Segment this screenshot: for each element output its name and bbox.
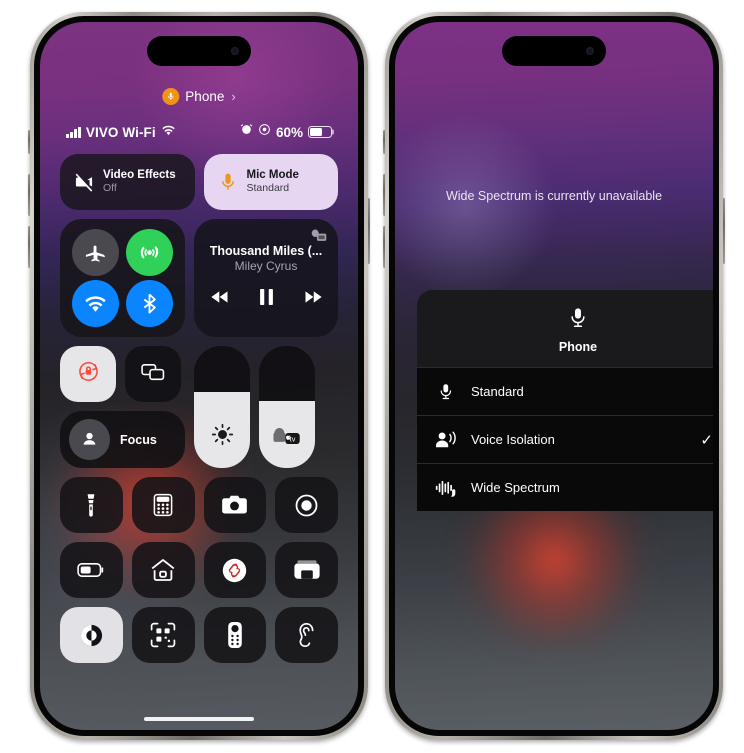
- control-center: Video Effects Off Mic Mode Standard Thou…: [40, 154, 358, 706]
- focus-tile[interactable]: Focus: [60, 411, 185, 468]
- wallet-button[interactable]: [275, 542, 338, 598]
- apple-tv-output-icon: tv: [270, 425, 304, 452]
- playback-controls: [210, 289, 322, 310]
- airplay-audio-icon[interactable]: [310, 228, 328, 249]
- mic-mode-menu: Phone Standard Voice Isolation ✓ Wide Sp…: [417, 290, 713, 511]
- hearing-button[interactable]: [275, 607, 338, 663]
- low-power-mode-button[interactable]: [60, 542, 123, 598]
- track-title: Thousand Miles (...: [209, 244, 323, 258]
- microphone-icon: [568, 306, 588, 335]
- left-phone-screen: Phone › VIVO Wi-Fi 60% Video Effects Off…: [40, 22, 358, 730]
- connectivity-module: [60, 219, 185, 337]
- svg-text:tv: tv: [290, 434, 296, 443]
- volume-slider[interactable]: tv: [259, 346, 315, 468]
- menu-item-label: Wide Spectrum: [471, 480, 560, 495]
- airplane-mode-button[interactable]: [71, 229, 119, 276]
- toggle-pair: [60, 346, 185, 402]
- mic-mode-subtitle: Standard: [246, 182, 290, 195]
- right-phone-screen: Wide Spectrum is currently unavailable P…: [395, 22, 713, 730]
- code-scanner-button[interactable]: [131, 607, 195, 663]
- wifi-icon: [161, 123, 176, 141]
- video-effects-title: Video Effects: [103, 168, 176, 181]
- camera-button[interactable]: [203, 477, 267, 533]
- fast-forward-icon[interactable]: [304, 290, 322, 309]
- person-icon: [69, 419, 110, 460]
- track-artist: Miley Cyrus: [234, 259, 298, 273]
- home-button[interactable]: [131, 542, 195, 598]
- toggles-stack: Focus: [60, 346, 185, 468]
- menu-item-label: Voice Isolation: [471, 432, 555, 447]
- bluetooth-button[interactable]: [126, 280, 174, 327]
- pause-icon[interactable]: [259, 289, 274, 310]
- call-controls-row: Video Effects Off Mic Mode Standard: [60, 154, 338, 210]
- menu-item-wide-spectrum[interactable]: Wide Spectrum: [417, 463, 713, 511]
- now-playing-module[interactable]: Thousand Miles (... Miley Cyrus: [194, 219, 338, 337]
- cellular-data-button[interactable]: [126, 229, 174, 276]
- video-effects-tile[interactable]: Video Effects Off: [60, 154, 195, 210]
- microphone-icon: [218, 172, 238, 192]
- connectivity-media-row: Thousand Miles (... Miley Cyrus: [60, 219, 338, 337]
- sun-icon: [210, 422, 235, 452]
- brightness-slider[interactable]: [194, 346, 250, 468]
- screen-mirroring-icon: [141, 362, 165, 387]
- unavailable-toast: Wide Spectrum is currently unavailable: [445, 189, 663, 203]
- home-indicator[interactable]: [144, 717, 254, 721]
- dynamic-island[interactable]: [147, 36, 251, 66]
- shazam-button[interactable]: [203, 542, 267, 598]
- focus-icon: [258, 123, 271, 141]
- dark-mode-button[interactable]: [60, 607, 123, 663]
- right-phone-device: Wide Spectrum is currently unavailable P…: [383, 12, 725, 740]
- voice-isolation-icon: [435, 430, 457, 450]
- video-camera-slash-icon: [74, 172, 94, 192]
- dynamic-island[interactable]: [502, 36, 606, 66]
- calculator-button[interactable]: [131, 477, 195, 533]
- microphone-icon: [435, 382, 457, 402]
- carrier-label: VIVO Wi-Fi: [85, 124, 156, 140]
- menu-item-voice-isolation[interactable]: Voice Isolation ✓: [417, 415, 713, 463]
- left-phone-device: Phone › VIVO Wi-Fi 60% Video Effects Off…: [28, 12, 370, 740]
- checkmark-icon: ✓: [700, 431, 713, 449]
- screen-recording-button[interactable]: [275, 477, 338, 533]
- menu-item-label: Standard: [471, 384, 524, 399]
- battery-icon: [308, 126, 332, 138]
- call-app-label: Phone: [185, 89, 225, 104]
- rotation-lock-icon: [76, 359, 101, 389]
- waveform-icon: [435, 478, 457, 498]
- rewind-icon[interactable]: [210, 290, 229, 309]
- front-camera-icon: [231, 47, 239, 55]
- cellular-signal-icon: [66, 126, 81, 138]
- screenshot-stage: Phone › VIVO Wi-Fi 60% Video Effects Off…: [0, 0, 744, 753]
- rotation-lock-button[interactable]: [60, 346, 116, 402]
- active-call-banner[interactable]: Phone ›: [162, 88, 236, 105]
- alarm-clock-icon: [240, 123, 253, 141]
- mic-mode-text: Mic Mode Standard: [247, 168, 299, 196]
- video-effects-subtitle: Off: [103, 182, 117, 195]
- screen-mirroring-button[interactable]: [125, 346, 181, 402]
- toggles-sliders-row: Focus tv: [60, 346, 338, 468]
- apple-tv-remote-button[interactable]: [203, 607, 267, 663]
- focus-label: Focus: [120, 432, 157, 447]
- video-effects-text: Video Effects Off: [103, 168, 176, 196]
- mic-mode-menu-header: Phone: [417, 290, 713, 367]
- mic-mode-menu-title: Phone: [558, 340, 598, 354]
- menu-item-standard[interactable]: Standard: [417, 367, 713, 415]
- chevron-right-icon: ›: [231, 89, 236, 104]
- shortcuts-grid: [60, 477, 338, 663]
- mic-mode-tile[interactable]: Mic Mode Standard: [203, 154, 338, 210]
- battery-percent-label: 60%: [275, 124, 303, 140]
- wifi-button[interactable]: [71, 280, 119, 327]
- flashlight-button[interactable]: [60, 477, 123, 533]
- mic-mode-title: Mic Mode: [246, 168, 299, 181]
- status-bar: VIVO Wi-Fi 60%: [40, 122, 358, 142]
- front-camera-icon: [586, 47, 594, 55]
- microphone-icon: [162, 88, 180, 105]
